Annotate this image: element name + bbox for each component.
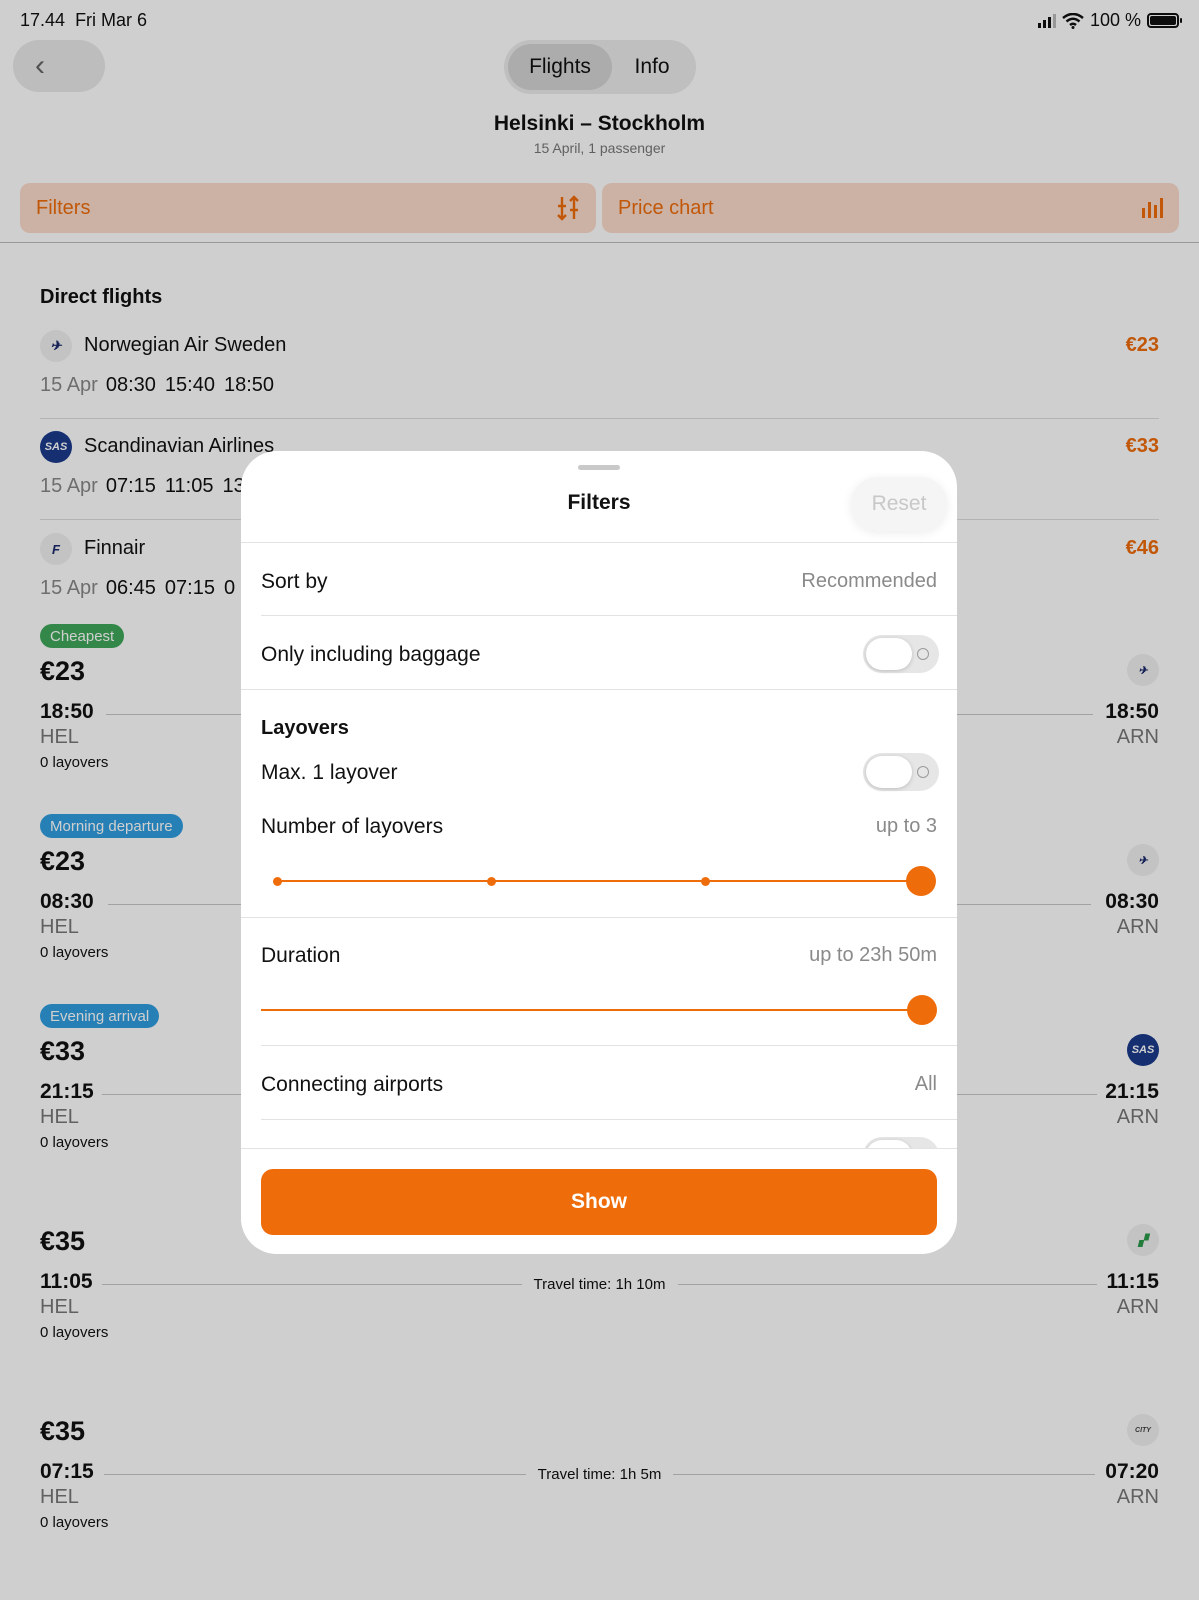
- max-layover-label: Max. 1 layover: [261, 761, 398, 784]
- duration-value: up to 23h 50m: [809, 944, 937, 966]
- baggage-toggle[interactable]: [863, 635, 939, 673]
- connecting-airports-label: Connecting airports: [261, 1073, 444, 1096]
- show-button[interactable]: Show: [261, 1169, 937, 1235]
- filters-title: Filters: [567, 491, 631, 514]
- layovers-slider-thumb[interactable]: [906, 866, 936, 896]
- sheet-grabber[interactable]: [578, 465, 620, 470]
- baggage-label: Only including baggage: [261, 643, 481, 666]
- sort-by-label: Sort by: [261, 570, 328, 593]
- number-of-layovers-value: up to 3: [875, 815, 937, 837]
- row-divider: [241, 689, 957, 690]
- show-button-area: Show: [241, 1148, 957, 1254]
- reset-button[interactable]: Reset: [851, 477, 947, 531]
- layovers-step-2: [701, 877, 710, 886]
- duration-slider-thumb[interactable]: [907, 995, 937, 1025]
- connecting-airports-value: All: [914, 1073, 937, 1095]
- layovers-step-0: [273, 877, 282, 886]
- number-of-layovers-label: Number of layovers: [261, 815, 444, 838]
- max-layover-toggle[interactable]: [863, 753, 939, 791]
- title-divider: [241, 542, 957, 543]
- duration-slider-track: [261, 1009, 911, 1011]
- layovers-step-1: [487, 877, 496, 886]
- duration-label: Duration: [261, 944, 341, 967]
- row-divider: [261, 1045, 957, 1046]
- layovers-slider-track: [277, 880, 909, 882]
- row-divider: [241, 917, 957, 918]
- row-divider: [261, 615, 957, 616]
- row-divider: [261, 1119, 957, 1120]
- filters-sheet: Filters Reset Sort by Recommended Only i…: [241, 451, 957, 1254]
- layovers-heading: Layovers: [261, 717, 349, 739]
- sort-by-value: Recommended: [801, 570, 937, 592]
